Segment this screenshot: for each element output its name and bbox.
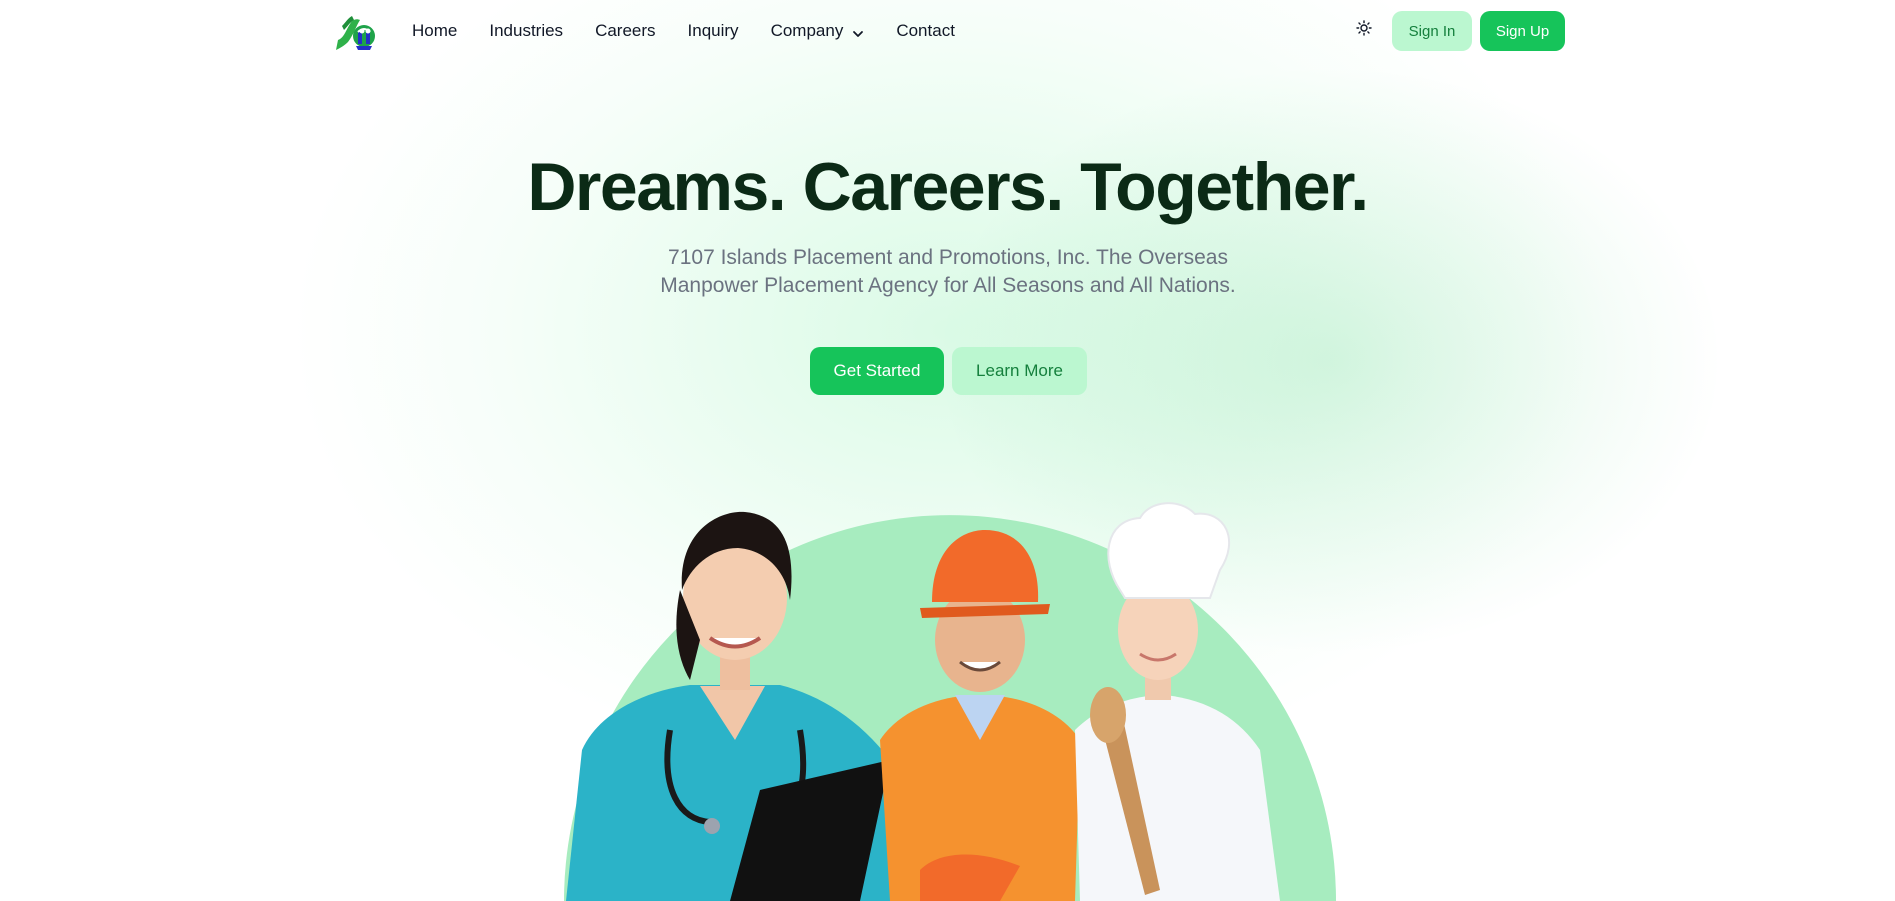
top-navigation: Home Industries Careers Inquiry Company … (0, 0, 1895, 62)
nav-industries[interactable]: Industries (473, 0, 579, 62)
chevron-down-icon (852, 25, 864, 37)
hero-subtitle: 7107 Islands Placement and Promotions, I… (660, 246, 1236, 297)
nav-home[interactable]: Home (412, 0, 473, 62)
learn-more-button[interactable]: Learn More (952, 347, 1087, 395)
nav-company-label: Company (770, 21, 844, 40)
theme-toggle-button[interactable] (1353, 19, 1375, 41)
sign-in-button[interactable]: Sign In (1392, 11, 1472, 51)
sun-icon (1356, 19, 1372, 41)
company-logo-icon[interactable] (334, 12, 382, 54)
nav-contact[interactable]: Contact (880, 0, 971, 62)
nav-careers[interactable]: Careers (579, 0, 671, 62)
sign-up-button[interactable]: Sign Up (1480, 11, 1565, 51)
get-started-button[interactable]: Get Started (810, 347, 944, 395)
hero-workers-image (560, 490, 1340, 901)
nav-inquiry[interactable]: Inquiry (672, 0, 755, 62)
nav-company-dropdown[interactable]: Company (755, 0, 881, 62)
hero-title: Dreams. Careers. Together. (527, 149, 1369, 225)
main-menu: Home Industries Careers Inquiry Company … (412, 0, 971, 62)
